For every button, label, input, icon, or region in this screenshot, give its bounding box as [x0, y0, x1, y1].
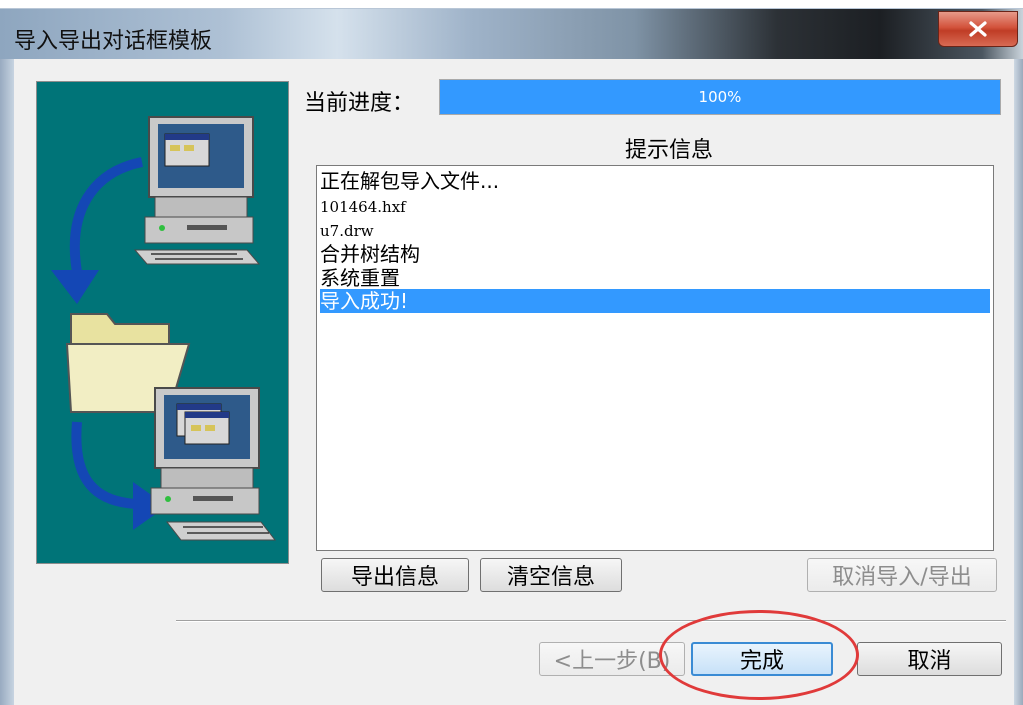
window-frame-left: [0, 59, 14, 705]
list-item[interactable]: 系统重置: [320, 266, 990, 290]
list-item[interactable]: 101464.hxf: [320, 195, 990, 219]
progress-bar: 100%: [439, 79, 1001, 115]
list-item[interactable]: 正在解包导入文件...: [320, 169, 990, 193]
transfer-illustration: [51, 116, 277, 541]
progress-label: 当前进度：: [304, 91, 415, 116]
close-icon: [969, 21, 987, 37]
computer-icon: [133, 116, 261, 265]
finish-button[interactable]: 完成: [691, 642, 833, 676]
list-item[interactable]: u7.drw: [320, 219, 990, 243]
cancel-button[interactable]: 取消: [857, 642, 1002, 676]
prev-step-button[interactable]: <上一步(B): [539, 642, 685, 676]
title-bar[interactable]: 导入导出对话框模板: [0, 9, 1023, 59]
cancel-import-export-button[interactable]: 取消导入/导出: [807, 558, 997, 592]
window-frame-right: [1014, 59, 1023, 705]
top-edge: [0, 0, 1023, 9]
info-listbox[interactable]: 正在解包导入文件... 101464.hxf u7.drw 合并树结构 系统重置…: [316, 165, 994, 551]
info-title: 提示信息: [625, 138, 714, 163]
window-title: 导入导出对话框模板: [14, 29, 213, 54]
divider: [176, 620, 1006, 622]
list-item-selected[interactable]: 导入成功!: [320, 289, 990, 313]
dialog-body: 当前进度： 100% 提示信息 正在解包导入文件... 101464.hxf u…: [14, 59, 1014, 705]
export-info-button[interactable]: 导出信息: [321, 558, 469, 592]
computer-icon: [150, 387, 277, 541]
clear-info-button[interactable]: 清空信息: [480, 558, 622, 592]
close-button[interactable]: [938, 11, 1018, 47]
list-item[interactable]: 合并树结构: [320, 242, 990, 266]
illustration-panel: [36, 81, 289, 564]
arrow-down-icon: [51, 157, 144, 304]
progress-percent: 100%: [698, 88, 742, 106]
